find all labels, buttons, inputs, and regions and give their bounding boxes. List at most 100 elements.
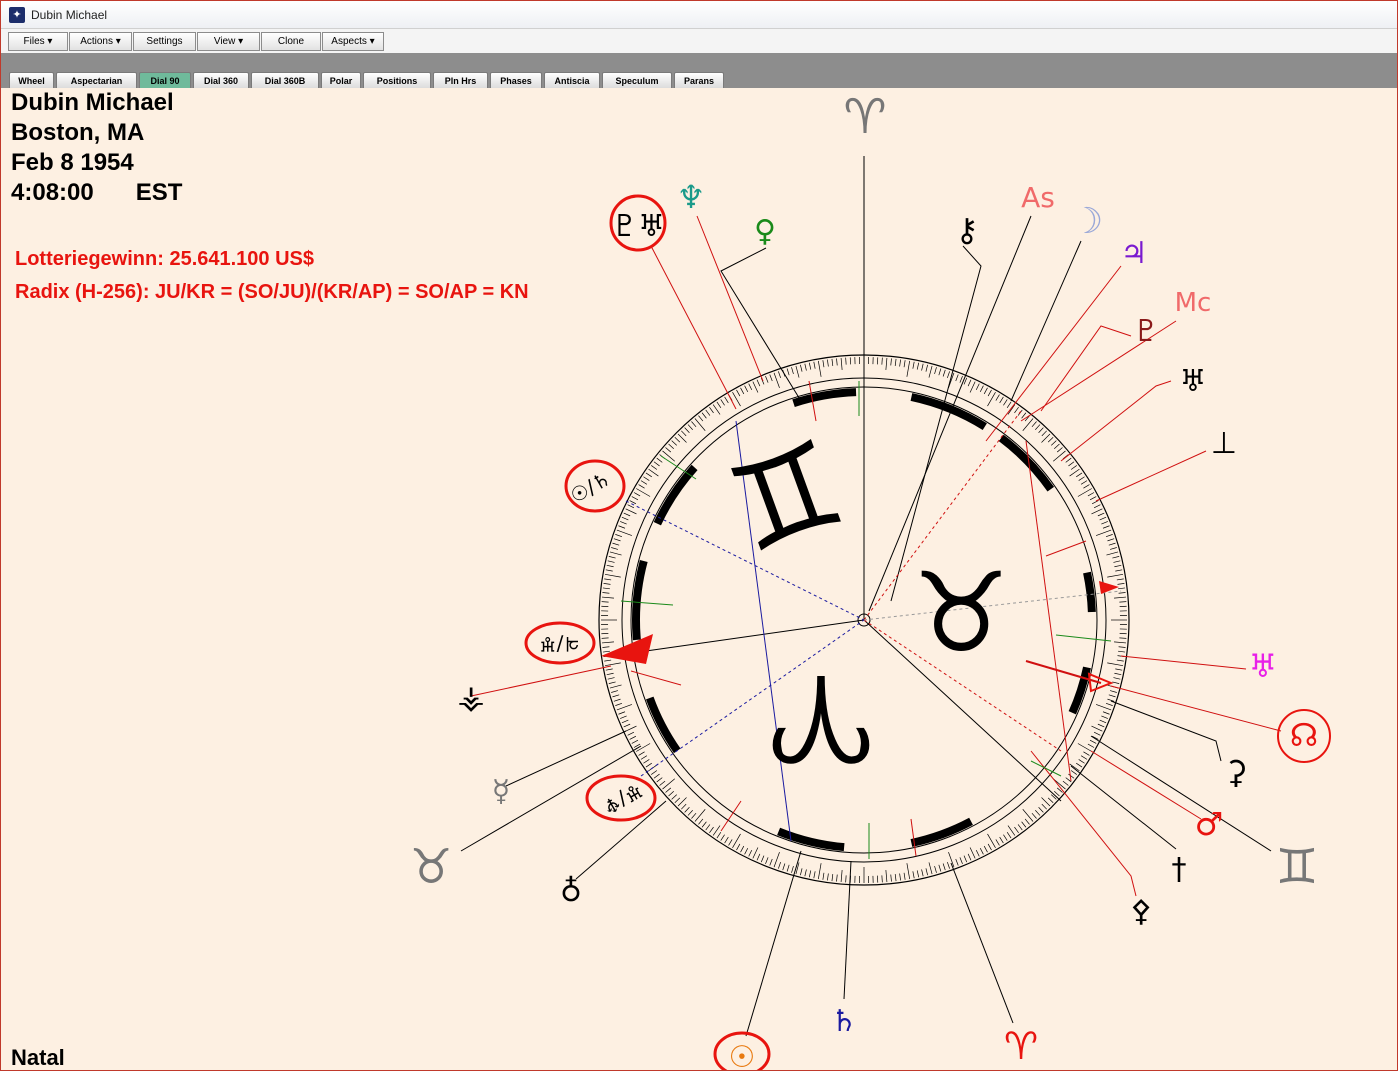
dial-tick xyxy=(640,755,648,760)
clone-button[interactable]: Clone xyxy=(261,31,321,51)
dial-tick xyxy=(621,719,629,724)
dial-tick xyxy=(827,359,829,367)
planet-jupiter-glyph[interactable]: ♃ xyxy=(1121,236,1148,271)
planet-kronos-glyph[interactable]: ⊥ xyxy=(1211,426,1237,461)
dial-tick xyxy=(684,427,690,434)
planet-uranus-glyph[interactable]: ♅ xyxy=(1249,647,1278,685)
dial-tick xyxy=(1021,821,1027,828)
tab-dial-90[interactable]: Dial 90 xyxy=(139,72,191,88)
dial-tick xyxy=(603,583,611,585)
tab-label: Dial 90 xyxy=(150,75,180,86)
view-menu-label: View xyxy=(213,35,236,47)
star-icon[interactable]: ✦ xyxy=(9,6,25,23)
dial-tick xyxy=(691,812,697,819)
dial-tick xyxy=(712,825,721,836)
planet-mars-glyph[interactable]: ♂ xyxy=(1195,805,1224,843)
dial-tick xyxy=(1070,465,1077,470)
outer-sign-gemini-right: ♊ xyxy=(1275,839,1318,895)
planet-hades-right-glyph[interactable]: ♅ xyxy=(1180,364,1207,399)
tab-antiscia[interactable]: Antiscia xyxy=(544,72,600,88)
planet-chiron-glyph[interactable]: ⚷ xyxy=(955,211,978,249)
dial-tick xyxy=(1065,457,1072,463)
tab-speculum[interactable]: Speculum xyxy=(602,72,672,88)
planet-sun-glyph[interactable]: ☉ xyxy=(729,1040,756,1071)
planet-saturn-glyph[interactable]: ♄ xyxy=(831,1004,858,1039)
planet-midheaven-glyph[interactable]: Mc xyxy=(1175,288,1212,318)
dial-tick xyxy=(643,476,650,481)
dial-tick xyxy=(1068,461,1075,467)
title-bar: ✦ Dubin Michael xyxy=(1,1,1397,29)
tab-dial-360[interactable]: Dial 360 xyxy=(193,72,249,88)
dial-tick xyxy=(744,847,749,855)
tab-wheel[interactable]: Wheel xyxy=(9,72,54,88)
planet-pluto-right-glyph[interactable]: ♇ xyxy=(1133,314,1160,349)
window-title: Dubin Michael xyxy=(31,7,108,22)
dial-tick xyxy=(979,385,984,393)
dial-tick xyxy=(638,751,645,756)
dial-tick xyxy=(1052,450,1066,462)
dial-tick xyxy=(1112,681,1120,684)
dial-tick xyxy=(1083,484,1090,489)
actions-menu-button[interactable]: Actions ▾ xyxy=(69,31,132,51)
dial-tick xyxy=(934,865,937,873)
dial-tick xyxy=(947,371,950,379)
dial-tick xyxy=(1069,468,1080,477)
dial-tick xyxy=(724,836,729,844)
planet-node-glyph[interactable]: ☊ xyxy=(1290,716,1318,754)
midpoint-jupiter-kronos-glyph[interactable]: ♃/♅ xyxy=(539,632,582,656)
aspects-menu-button[interactable]: Aspects ▾ xyxy=(322,31,384,51)
planet-mercury-glyph[interactable]: ☿ xyxy=(492,774,510,809)
planet-kronos-bottom-glyph[interactable]: † xyxy=(1172,852,1187,887)
planet-neptune-glyph[interactable]: ♆ xyxy=(677,178,706,216)
axis-line-left xyxy=(645,619,865,652)
dial-tick xyxy=(938,864,942,872)
tab-aspectarian[interactable]: Aspectarian xyxy=(56,72,137,88)
dial-tick xyxy=(1022,808,1034,822)
tab-parans[interactable]: Parans xyxy=(674,72,724,88)
dial-tick xyxy=(1107,573,1124,578)
planet-vulkanus-glyph[interactable]: ⚴ xyxy=(1130,894,1152,929)
pointer-line-kronos-bottom xyxy=(1070,765,1177,850)
tab-label: Dial 360 xyxy=(203,75,239,86)
dial-tick xyxy=(627,731,635,736)
dial-tick xyxy=(625,508,637,515)
planet-ceres-glyph[interactable]: ⚳ xyxy=(1224,753,1247,791)
planet-pluto-uranus-glyph[interactable]: ♇♅ xyxy=(611,209,665,244)
inner-tick xyxy=(1045,540,1087,557)
tab-pln-hrs[interactable]: Pln Hrs xyxy=(433,72,488,88)
planet-moon-glyph[interactable]: ☽ xyxy=(1071,201,1103,242)
dial-tick xyxy=(769,374,773,382)
dial-tick xyxy=(804,869,807,877)
dial-tick xyxy=(694,808,706,822)
dial-tick xyxy=(631,496,639,501)
dial-90-chart[interactable]: ♊ ♉ ♈ ♈ ♉ ♊ ♈ ♇♅ ♆ ♀ ⚷ As ☽ ♃ Mc ♇ ♅ ⊥ ♅… xyxy=(1,88,1397,1071)
planet-ascendant-glyph[interactable]: As xyxy=(1021,181,1055,214)
dial-tick xyxy=(608,556,616,559)
planet-poseidon-glyph[interactable]: ⚶ xyxy=(457,678,484,716)
dial-tick xyxy=(1003,834,1008,841)
dial-tick xyxy=(648,468,659,477)
dial-tick xyxy=(1118,592,1126,594)
settings-button[interactable]: Settings xyxy=(133,31,196,51)
tab-dial-360b[interactable]: Dial 360B xyxy=(251,72,319,88)
planet-venus-glyph[interactable]: ♀ xyxy=(754,214,776,249)
tab-polar[interactable]: Polar xyxy=(321,72,361,88)
view-menu-button[interactable]: View ▾ xyxy=(197,31,260,51)
pointer-line-chiron xyxy=(890,245,982,602)
dial-tick xyxy=(1109,690,1117,693)
dial-tick xyxy=(681,803,687,810)
dial-tick xyxy=(1076,472,1083,478)
dial-tick xyxy=(1114,672,1122,676)
pointer-line-saturn xyxy=(843,860,852,1000)
dial-tick xyxy=(778,861,781,869)
dial-tick xyxy=(1107,698,1115,702)
planet-hades-glyph[interactable]: ♁ xyxy=(560,874,582,909)
tab-phases[interactable]: Phases xyxy=(490,72,542,88)
midpoint-apollon-glyph[interactable]: ♅/♆ xyxy=(598,778,647,820)
sign-arc xyxy=(777,827,845,852)
files-menu-button[interactable]: Files ▾ xyxy=(8,31,68,51)
tab-positions[interactable]: Positions xyxy=(363,72,431,88)
dial-tick xyxy=(681,430,687,437)
dial-tick xyxy=(808,362,812,370)
dial-tick xyxy=(712,404,721,415)
